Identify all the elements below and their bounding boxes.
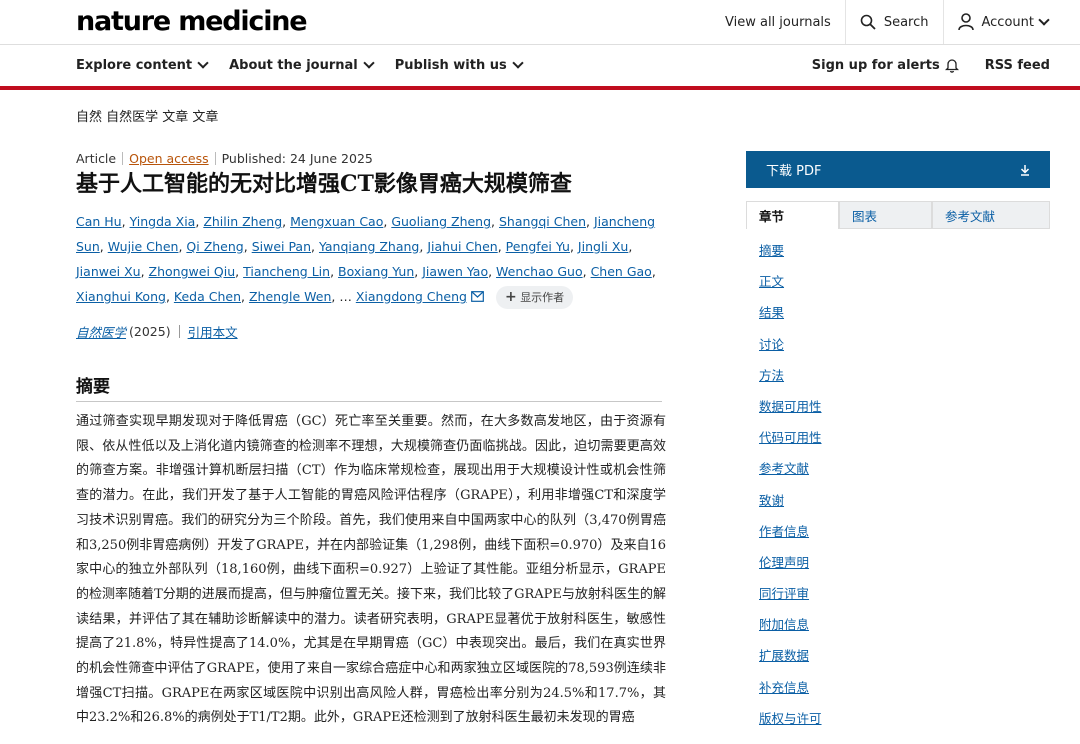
article-title: 基于人工智能的无对比增强CT影像胃癌大规模筛查 [76,171,572,197]
alerts-label: Sign up for alerts [811,57,940,73]
toc-link[interactable]: 参考文献 [759,458,822,489]
author-link[interactable]: Jiawen Yao [422,264,488,279]
author-link[interactable]: Pengfei Yu [506,239,570,254]
account-label: Account [981,14,1035,30]
author-link[interactable]: Keda Chen [174,289,241,304]
rss-feed-link[interactable]: RSS feed [985,58,1050,73]
published-date: Published: 24 June 2025 [221,151,373,166]
author-link[interactable]: Xianghui Kong [76,289,166,304]
author-link[interactable]: Guoliang Zheng [391,214,491,229]
author-link[interactable]: Siwei Pan [252,239,311,254]
view-all-journals-link[interactable]: View all journals [711,0,845,44]
toc-link[interactable]: 讨论 [759,334,822,365]
toc-link[interactable]: 摘要 [759,240,822,271]
author-link[interactable]: Jianwei Xu [76,264,141,279]
sections-list: 摘要 正文 结果 讨论 方法 数据可用性 代码可用性 参考文献 致谢 作者信息 伦理声明 同行评审 附加… [759,240,822,739]
toc-link[interactable]: 数据可用性 [759,396,822,427]
journal-logo[interactable]: nature medicine [76,6,308,37]
chevron-down-icon [1038,14,1050,26]
nav-about-journal[interactable]: About the journal [229,57,375,73]
toc-link[interactable]: 扩展数据 [759,645,822,676]
divider [178,325,180,338]
tab-references[interactable]: 参考文献 [932,201,1050,229]
divider [122,152,124,165]
nav-publish-label: Publish with us [394,57,507,73]
toc-link[interactable]: 代码可用性 [759,427,822,458]
plus-icon: + [504,289,517,305]
abstract-heading: 摘要 [76,377,110,397]
download-icon [1020,164,1030,176]
top-header: nature medicine View all journals Search… [0,0,1080,45]
toc-link[interactable]: 附加信息 [759,614,822,645]
search-button[interactable]: Search [844,0,943,44]
divider [76,401,662,402]
header-actions: View all journals Search Account [711,0,1080,44]
breadcrumb[interactable]: 自然 自然医学 文章 文章 [76,106,218,125]
author-link[interactable]: Mengxuan Cao [290,214,383,229]
toc-link[interactable]: 同行评审 [759,583,822,614]
article-meta: Article Open access Published: 24 June 2… [76,151,373,166]
toc-link[interactable]: 正文 [759,271,822,302]
author-link[interactable]: Chen Gao [591,264,652,279]
toc-link[interactable]: 作者信息 [759,521,822,552]
download-pdf-button[interactable]: 下载 PDF [746,151,1050,188]
author-link[interactable]: Shangqi Chen [499,214,586,229]
open-access-link[interactable]: Open access [129,151,208,166]
chevron-down-icon [363,57,375,69]
toc-link[interactable]: 致谢 [759,490,822,521]
bell-icon [944,58,959,73]
toc-link[interactable]: 伦理声明 [759,552,822,583]
main-nav: Explore content About the journal Publis… [0,44,1080,86]
author-link[interactable]: Zhengle Wen [249,289,331,304]
nav-publish[interactable]: Publish with us [394,57,524,73]
header-accent-bar [0,86,1080,90]
nav-about-label: About the journal [229,57,358,73]
nav-explore-content[interactable]: Explore content [76,57,209,73]
search-icon [860,14,876,30]
rss-label: RSS feed [984,57,1050,73]
author-link[interactable]: Jiahui Chen [427,239,497,254]
abstract-text: 通过筛查实现早期发现对于降低胃癌（GC）死亡率至关重要。然而，在大多数高发地区，… [76,414,666,726]
author-link[interactable]: Qi Zheng [186,239,243,254]
show-authors-button[interactable]: + 显示作者 [495,286,574,309]
show-authors-label: 显示作者 [520,291,565,304]
tab-sections[interactable]: 章节 [746,201,839,229]
sidebar-tabs: 章节 图表 参考文献 [746,201,1050,229]
user-icon [957,13,974,31]
publication-year: (2025) [129,324,171,339]
view-all-journals-label: View all journals [725,14,831,30]
citation-line: 自然医学 (2025) 引用本文 [76,322,238,341]
tab-figures[interactable]: 图表 [839,201,932,229]
mail-icon[interactable] [471,291,484,302]
author-link[interactable]: Wujie Chen [108,239,179,254]
toc-link[interactable]: 方法 [759,365,822,396]
author-link[interactable]: Zhilin Zheng [203,214,282,229]
author-link[interactable]: Jingli Xu [578,239,628,254]
toc-link[interactable]: 版权与许可 [759,708,822,739]
chevron-down-icon [512,57,524,69]
toc-link[interactable]: 结果 [759,302,822,333]
journal-link[interactable]: 自然医学 [76,322,126,341]
author-link[interactable]: Can Hu [76,214,122,229]
search-label: Search [883,14,929,30]
cite-article-link[interactable]: 引用本文 [188,322,238,341]
author-link[interactable]: Zhongwei Qiu [149,264,236,279]
author-link[interactable]: Yanqiang Zhang [319,239,419,254]
account-button[interactable]: Account [942,0,1080,44]
toc-link[interactable]: 补充信息 [759,677,822,708]
author-link[interactable]: Tiancheng Lin [243,264,330,279]
author-link[interactable]: Boxiang Yun [338,264,414,279]
authors-ellipsis: … [339,289,352,304]
download-pdf-label: 下载 PDF [766,164,822,179]
author-link[interactable]: Xiangdong Cheng [356,289,467,304]
author-link[interactable]: Yingda Xia [130,214,196,229]
author-list: Can Hu, Yingda Xia, Zhilin Zheng, Mengxu… [76,209,656,309]
alerts-signup-link[interactable]: Sign up for alerts [812,58,959,73]
author-link[interactable]: Wenchao Guo [496,264,583,279]
nav-explore-label: Explore content [76,57,193,73]
chevron-down-icon [197,57,209,69]
divider [214,152,216,165]
article-type: Article [76,151,117,166]
